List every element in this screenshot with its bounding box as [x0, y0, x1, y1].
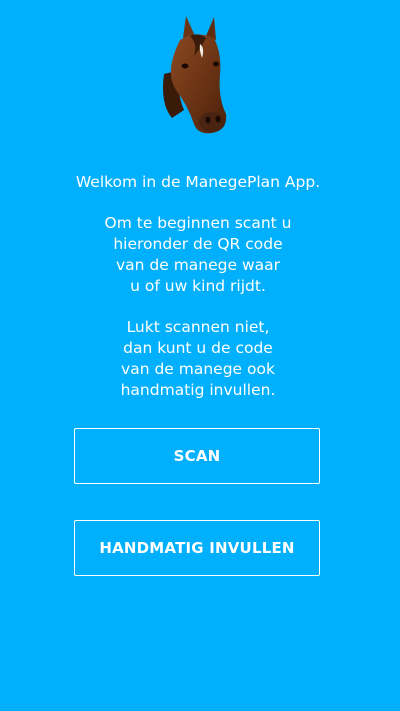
welcome-text: Welkom in de ManegePlan App. [75, 173, 321, 191]
instructions-line: hieronder de QR code [113, 235, 283, 253]
fallback-line: Lukt scannen niet, [126, 318, 270, 336]
scan-button[interactable]: SCAN [74, 428, 320, 484]
instructions-line: u of uw kind rijdt. [130, 277, 266, 295]
manual-entry-button[interactable]: HANDMATIG INVULLEN [74, 520, 320, 576]
fallback-line: van de manege ook [121, 360, 275, 378]
horse-head-icon [150, 14, 236, 136]
fallback-text: Lukt scannen niet, dan kunt u de code va… [0, 317, 396, 401]
instructions-line: van de manege waar [115, 256, 281, 274]
fallback-line: dan kunt u de code [123, 339, 273, 357]
instructions-text: Om te beginnen scant u hieronder de QR c… [0, 213, 396, 297]
instructions-line: Om te beginnen scant u [104, 214, 292, 232]
fallback-line: handmatig invullen. [120, 381, 276, 399]
